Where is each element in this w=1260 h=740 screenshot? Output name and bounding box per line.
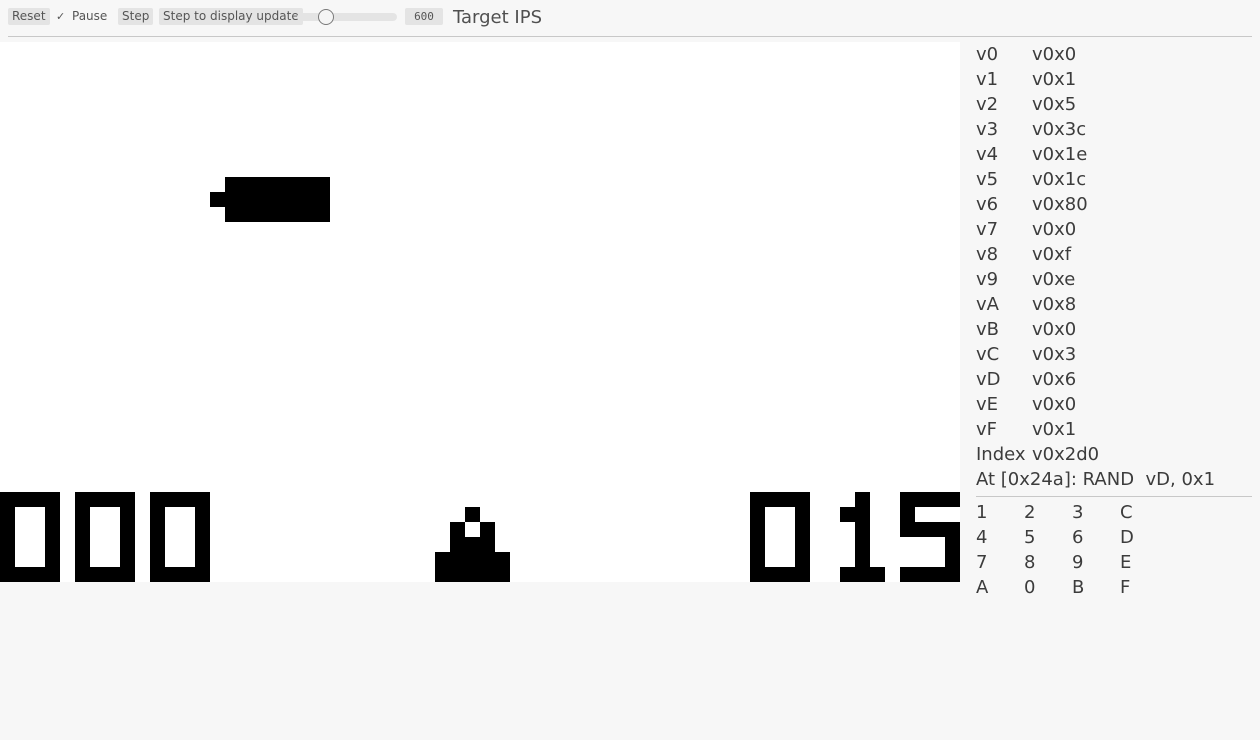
register-name: vD [976, 369, 1001, 390]
register-row: v8 v0xf [976, 242, 1252, 267]
checkmark-icon: ✓ [56, 10, 66, 23]
register-value: v0x1e [1032, 144, 1088, 165]
keypad-key-b[interactable]: B [1072, 575, 1120, 600]
keypad-key-c[interactable]: C [1120, 500, 1168, 525]
register-value: v0xf [1032, 244, 1072, 265]
keypad-key-7[interactable]: 7 [976, 550, 1024, 575]
ips-slider[interactable] [297, 9, 397, 25]
keypad-key-a[interactable]: A [976, 575, 1024, 600]
register-name: v6 [976, 194, 999, 215]
keypad-key-0[interactable]: 0 [1024, 575, 1072, 600]
chip8-display[interactable] [0, 42, 960, 582]
register-name: v9 [976, 269, 999, 290]
score-digit-right-3 [900, 492, 960, 582]
score-digit-left-2 [75, 492, 135, 582]
register-name: v0 [976, 44, 999, 65]
reset-button[interactable]: Reset [8, 8, 50, 25]
register-value: v0xe [1032, 269, 1076, 290]
register-value: v0x8 [1032, 294, 1077, 315]
register-panel: v0 v0x0 v1 v0x1 v2 v0x5 v3 v0x3c v4 v0x1e v5 v0x1c v… [976, 42, 1252, 497]
register-name: v4 [976, 144, 999, 165]
register-value: v0x0 [1032, 319, 1077, 340]
register-row: vC v0x3 [976, 342, 1252, 367]
score-digit-right-2 [840, 492, 885, 582]
score-digit-right-1 [750, 492, 810, 582]
register-row: v7 v0x0 [976, 217, 1252, 242]
register-row: v5 v0x1c [976, 167, 1252, 192]
register-name: vC [976, 344, 1000, 365]
slider-knob[interactable] [318, 9, 334, 25]
register-row: v0 v0x0 [976, 42, 1252, 67]
register-name: v7 [976, 219, 999, 240]
keypad-key-f[interactable]: F [1120, 575, 1168, 600]
keypad: 123C456D789EA0BF [976, 500, 1176, 600]
score-digit-left-1 [0, 492, 60, 582]
keypad-key-e[interactable]: E [1120, 550, 1168, 575]
keypad-key-5[interactable]: 5 [1024, 525, 1072, 550]
keypad-row: 456D [976, 525, 1176, 550]
keypad-row: A0BF [976, 575, 1176, 600]
register-row: vD v0x6 [976, 367, 1252, 392]
ips-value-input[interactable]: 600 [405, 8, 443, 25]
register-row: vE v0x0 [976, 392, 1252, 417]
score-digit-left-3 [150, 492, 210, 582]
register-value: v0x3c [1032, 119, 1087, 140]
register-value: v0x1 [1032, 419, 1077, 440]
player-cannon [435, 507, 510, 582]
keypad-key-1[interactable]: 1 [976, 500, 1024, 525]
register-name: Index [976, 444, 1026, 465]
register-value: v0x2d0 [1032, 444, 1100, 465]
register-row: vF v0x1 [976, 417, 1252, 442]
pause-checkbox[interactable]: ✓ Pause [56, 8, 107, 25]
keypad-row: 123C [976, 500, 1176, 525]
register-name: v3 [976, 119, 999, 140]
keypad-key-9[interactable]: 9 [1072, 550, 1120, 575]
keypad-key-d[interactable]: D [1120, 525, 1168, 550]
slider-track [297, 13, 397, 21]
register-row: v1 v0x1 [976, 67, 1252, 92]
register-name: vF [976, 419, 998, 440]
register-name: v2 [976, 94, 999, 115]
register-row: v2 v0x5 [976, 92, 1252, 117]
register-row: vA v0x8 [976, 292, 1252, 317]
register-name: vE [976, 394, 999, 415]
register-value: v0x1c [1032, 169, 1087, 190]
register-value: v0x6 [1032, 369, 1077, 390]
step-to-display-update-button[interactable]: Step to display update [159, 8, 303, 25]
divider [976, 496, 1252, 497]
register-name: v5 [976, 169, 999, 190]
register-value: v0x3 [1032, 344, 1077, 365]
register-name: v8 [976, 244, 999, 265]
register-value: v0x80 [1032, 194, 1088, 215]
register-row: Index v0x2d0 [976, 442, 1252, 467]
register-value: v0x0 [1032, 394, 1077, 415]
register-name: v1 [976, 69, 999, 90]
keypad-row: 789E [976, 550, 1176, 575]
enemy-saucer [210, 177, 330, 222]
register-row: vB v0x0 [976, 317, 1252, 342]
keypad-key-4[interactable]: 4 [976, 525, 1024, 550]
keypad-key-6[interactable]: 6 [1072, 525, 1120, 550]
register-value: v0x0 [1032, 44, 1077, 65]
target-ips-label: Target IPS [453, 7, 542, 28]
current-instruction: At [0x24a]: RAND vD, 0x1 [976, 469, 1216, 490]
register-value: v0x0 [1032, 219, 1077, 240]
keypad-key-3[interactable]: 3 [1072, 500, 1120, 525]
step-button[interactable]: Step [118, 8, 154, 25]
register-value: v0x1 [1032, 69, 1077, 90]
register-value: v0x5 [1032, 94, 1077, 115]
register-row: v9 v0xe [976, 267, 1252, 292]
register-row: v4 v0x1e [976, 142, 1252, 167]
register-name: vA [976, 294, 999, 315]
keypad-key-2[interactable]: 2 [1024, 500, 1072, 525]
display-canvas [0, 177, 960, 582]
toolbar: Reset ✓ Pause Step Step to display update… [8, 0, 1252, 37]
register-name: vB [976, 319, 1000, 340]
register-row: v6 v0x80 [976, 192, 1252, 217]
keypad-key-8[interactable]: 8 [1024, 550, 1072, 575]
register-row: v3 v0x3c [976, 117, 1252, 142]
pause-label: Pause [72, 9, 108, 23]
